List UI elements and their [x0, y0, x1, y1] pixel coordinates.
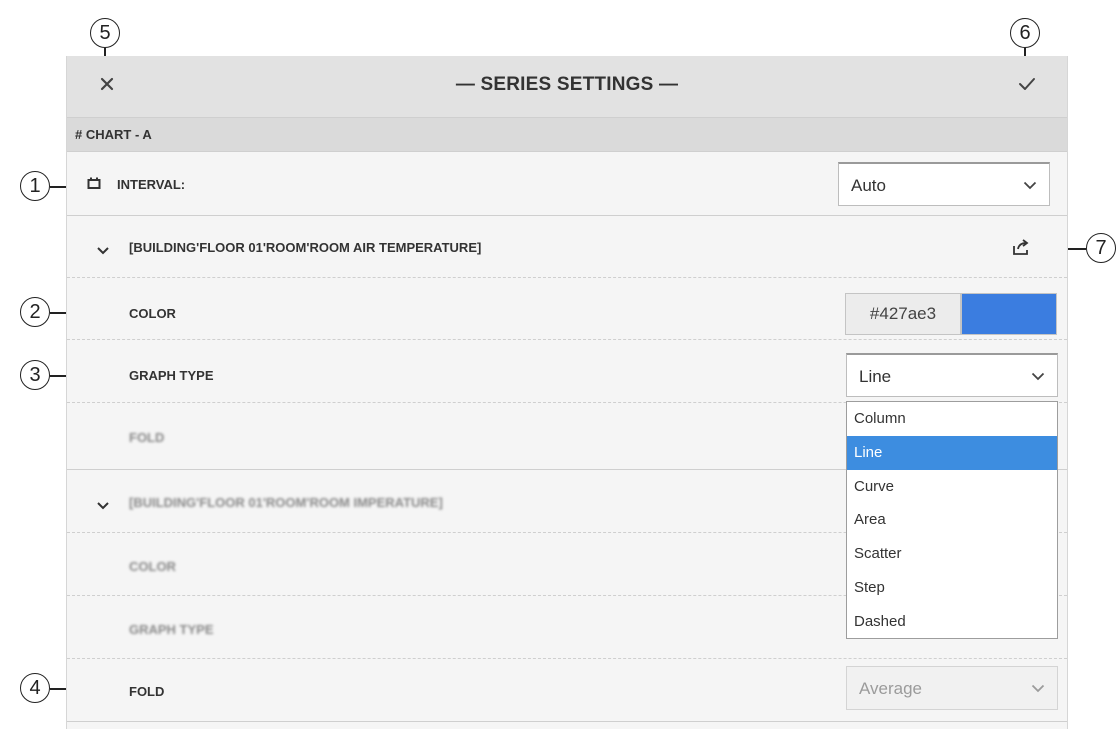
series-2-color-label: COLOR: [129, 559, 176, 574]
interval-row: INTERVAL: Auto: [67, 152, 1067, 216]
series-1-fold-label: FOLD: [129, 430, 165, 445]
graph-type-option-curve[interactable]: Curve: [847, 470, 1057, 504]
graph-type-option-scatter[interactable]: Scatter: [847, 537, 1057, 571]
series-2-fold-label: FOLD: [129, 684, 165, 699]
graph-type-option-line[interactable]: Line: [847, 435, 1057, 470]
graph-type-option-step[interactable]: Step: [847, 571, 1057, 605]
graph-type-option-column[interactable]: Column: [847, 402, 1057, 436]
chart-subheader: # CHART - A: [67, 118, 1067, 152]
series-1-color-label: COLOR: [129, 306, 176, 321]
graph-type-option-area[interactable]: Area: [847, 503, 1057, 537]
interval-label: INTERVAL:: [117, 177, 186, 192]
series-1-graph-type-label: GRAPH TYPE: [129, 368, 214, 383]
chevron-down-icon: [1031, 372, 1045, 381]
callout-2: 2: [20, 297, 50, 327]
chart-label: # CHART - A: [75, 127, 152, 142]
share-export-icon[interactable]: [1012, 238, 1030, 256]
chevron-down-icon[interactable]: [97, 497, 109, 510]
callout-3: 3: [20, 360, 50, 390]
interval-select[interactable]: Auto: [838, 162, 1050, 206]
series-1-heading-row[interactable]: [BUILDING'FLOOR 01'ROOM'ROOM AIR TEMPERA…: [67, 216, 1067, 278]
series-1-graph-type-select[interactable]: Line: [846, 353, 1058, 397]
series-2-fold-value: Average: [859, 679, 923, 698]
series-1-graph-type-value: Line: [859, 367, 892, 386]
series-1-color-hex-input[interactable]: #427ae3: [845, 293, 961, 335]
series-2-fold-select[interactable]: Average: [846, 666, 1058, 710]
callout-1: 1: [20, 171, 50, 201]
panel-title: — SERIES SETTINGS —: [455, 74, 679, 95]
series-1-color-swatch[interactable]: [961, 293, 1057, 335]
chevron-down-icon[interactable]: [97, 242, 109, 255]
series-2-graph-type-label: GRAPH TYPE: [129, 622, 214, 637]
panel-header: — SERIES SETTINGS —: [67, 56, 1067, 118]
graph-type-option-dashed[interactable]: Dashed: [847, 605, 1057, 639]
series-2-name: [BUILDING'FLOOR 01'ROOM'ROOM IMPERATURE]: [129, 495, 443, 510]
check-icon[interactable]: [1017, 76, 1037, 92]
interval-icon: [87, 176, 101, 190]
callout-5: 5: [90, 18, 120, 48]
series-1-name: [BUILDING'FLOOR 01'ROOM'ROOM AIR TEMPERA…: [129, 240, 482, 255]
chevron-down-icon: [1023, 181, 1037, 190]
interval-value: Auto: [851, 176, 886, 195]
callout-6: 6: [1010, 18, 1040, 48]
callout-7: 7: [1086, 233, 1116, 263]
callout-4: 4: [20, 673, 50, 703]
chevron-down-icon: [1031, 684, 1045, 693]
graph-type-dropdown: Column Line Curve Area Scatter Step Dash…: [846, 401, 1058, 639]
